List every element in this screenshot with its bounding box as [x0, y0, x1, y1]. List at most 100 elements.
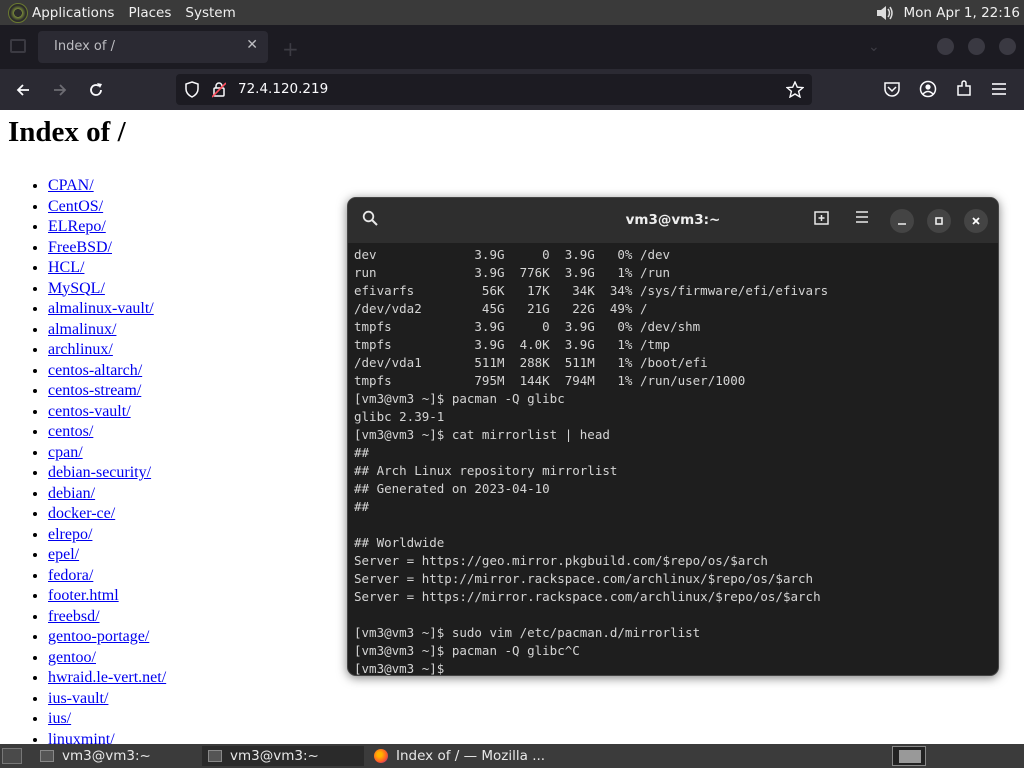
terminal-line: Server = https://mirror.rackspace.com/ar… [354, 589, 821, 604]
terminal-line: ## [354, 445, 370, 460]
directory-link[interactable]: ius/ [48, 710, 71, 727]
close-button[interactable] [964, 209, 988, 233]
directory-link[interactable]: ius-vault/ [48, 690, 108, 707]
url-text[interactable]: 72.4.120.219 [238, 81, 328, 97]
directory-link[interactable]: debian/ [48, 485, 95, 502]
tab-active[interactable]: Index of / ✕ [38, 31, 268, 63]
list-item: debian-security/ [48, 463, 166, 484]
list-item: CentOS/ [48, 197, 166, 218]
account-icon[interactable] [919, 80, 937, 98]
system-menu[interactable]: System [185, 5, 235, 21]
directory-link[interactable]: hwraid.le-vert.net/ [48, 669, 166, 686]
directory-link[interactable]: centos-altarch/ [48, 362, 142, 379]
directory-link[interactable]: HCL/ [48, 259, 84, 276]
directory-link[interactable]: docker-ce/ [48, 505, 115, 522]
list-item: almalinux/ [48, 320, 166, 341]
url-bar[interactable]: 72.4.120.219 [176, 74, 812, 105]
maximize-icon [935, 217, 943, 225]
list-item: docker-ce/ [48, 504, 166, 525]
shield-icon[interactable] [184, 81, 200, 98]
back-button[interactable] [10, 77, 36, 103]
hamburger-menu-icon[interactable] [991, 82, 1007, 96]
directory-link[interactable]: CentOS/ [48, 198, 103, 215]
terminal-line: /dev/vda1 511M 288K 511M 1% /boot/efi [354, 355, 708, 370]
places-menu[interactable]: Places [128, 5, 171, 21]
terminal-window[interactable]: vm3@vm3:~ dev 3.9G 0 3.9G 0% /dev run 3.9… [347, 197, 999, 676]
terminal-line: glibc 2.39-1 [354, 409, 445, 424]
terminal-line: [vm3@vm3 ~]$ cat mirrorlist | head [354, 427, 610, 442]
menu-icon[interactable] [855, 210, 869, 224]
extensions-icon[interactable] [955, 80, 973, 98]
directory-link[interactable]: centos-vault/ [48, 403, 131, 420]
workspace-thumbnail [899, 750, 921, 763]
terminal-header[interactable]: vm3@vm3:~ [348, 198, 998, 243]
directory-link[interactable]: epel/ [48, 546, 79, 563]
show-desktop-icon[interactable] [2, 748, 22, 764]
pocket-icon[interactable] [883, 81, 901, 98]
taskbar-item-terminal-1[interactable]: vm3@vm3:~ [34, 746, 194, 766]
directory-link[interactable]: archlinux/ [48, 341, 113, 358]
directory-link[interactable]: footer.html [48, 587, 119, 604]
insecure-lock-icon[interactable] [212, 81, 226, 98]
directory-link[interactable]: cpan/ [48, 444, 83, 461]
taskbar-item-firefox[interactable]: Index of / — Mozilla ... [370, 746, 570, 766]
directory-link[interactable]: debian-security/ [48, 464, 151, 481]
directory-link[interactable]: ELRepo/ [48, 218, 106, 235]
clock[interactable]: Mon Apr 1, 22:16 [904, 5, 1020, 21]
directory-link[interactable]: freebsd/ [48, 608, 100, 625]
terminal-line: tmpfs 795M 144K 794M 1% /run/user/1000 [354, 373, 746, 388]
close-tab-icon[interactable]: ✕ [246, 37, 258, 53]
page-title: Index of / [8, 116, 126, 148]
list-item: ius/ [48, 709, 166, 730]
close-window-button[interactable] [999, 38, 1016, 55]
applications-menu[interactable]: Applications [32, 5, 114, 21]
directory-link[interactable]: elrepo/ [48, 526, 92, 543]
tab-strip: Index of / ✕ + ⌄ [0, 25, 1024, 69]
directory-link[interactable]: centos/ [48, 423, 93, 440]
taskbar-item-terminal-2[interactable]: vm3@vm3:~ [202, 746, 364, 766]
navigation-bar: 72.4.120.219 [0, 69, 1024, 110]
tab-list-icon[interactable] [10, 39, 26, 53]
directory-link[interactable]: linuxmint/ [48, 731, 115, 745]
list-item: MySQL/ [48, 279, 166, 300]
directory-link[interactable]: fedora/ [48, 567, 93, 584]
terminal-line: tmpfs 3.9G 0 3.9G 0% /dev/shm [354, 319, 701, 334]
terminal-line: dev 3.9G 0 3.9G 0% /dev [354, 247, 671, 262]
minimize-button[interactable] [890, 209, 914, 233]
taskbar-item-label: vm3@vm3:~ [62, 748, 151, 764]
terminal-line: [vm3@vm3 ~]$ [354, 661, 452, 676]
directory-link[interactable]: almalinux/ [48, 321, 116, 338]
os-logo-icon[interactable] [8, 2, 28, 23]
terminal-line: tmpfs 3.9G 4.0K 3.9G 1% /tmp [354, 337, 671, 352]
list-item: cpan/ [48, 443, 166, 464]
list-item: fedora/ [48, 566, 166, 587]
reload-button[interactable] [83, 77, 109, 103]
directory-link[interactable]: FreeBSD/ [48, 239, 112, 256]
list-item: ius-vault/ [48, 689, 166, 710]
back-arrow-icon [16, 84, 29, 96]
bookmark-star-icon[interactable] [786, 81, 804, 98]
forward-arrow-icon [54, 84, 67, 96]
directory-link[interactable]: gentoo/ [48, 649, 96, 666]
directory-link[interactable]: centos-stream/ [48, 382, 141, 399]
forward-button[interactable] [47, 77, 73, 103]
directory-link[interactable]: CPAN/ [48, 177, 94, 194]
new-tab-icon[interactable]: + [282, 37, 299, 61]
list-item: freebsd/ [48, 607, 166, 628]
workspace-switcher[interactable] [892, 746, 926, 766]
maximize-window-button[interactable] [968, 38, 985, 55]
volume-icon[interactable] [876, 5, 894, 21]
directory-link[interactable]: gentoo-portage/ [48, 628, 149, 645]
list-item: archlinux/ [48, 340, 166, 361]
new-tab-icon[interactable] [814, 210, 831, 226]
directory-link[interactable]: MySQL/ [48, 280, 105, 297]
list-item: centos/ [48, 422, 166, 443]
maximize-button[interactable] [927, 209, 951, 233]
directory-link[interactable]: almalinux-vault/ [48, 300, 154, 317]
terminal-line: ## Generated on 2023-04-10 [354, 481, 550, 496]
chevron-down-icon[interactable]: ⌄ [868, 39, 880, 55]
taskbar-item-label: Index of / — Mozilla ... [396, 748, 546, 764]
terminal-output[interactable]: dev 3.9G 0 3.9G 0% /dev run 3.9G 776K 3.9… [354, 246, 994, 676]
minimize-window-button[interactable] [937, 38, 954, 55]
